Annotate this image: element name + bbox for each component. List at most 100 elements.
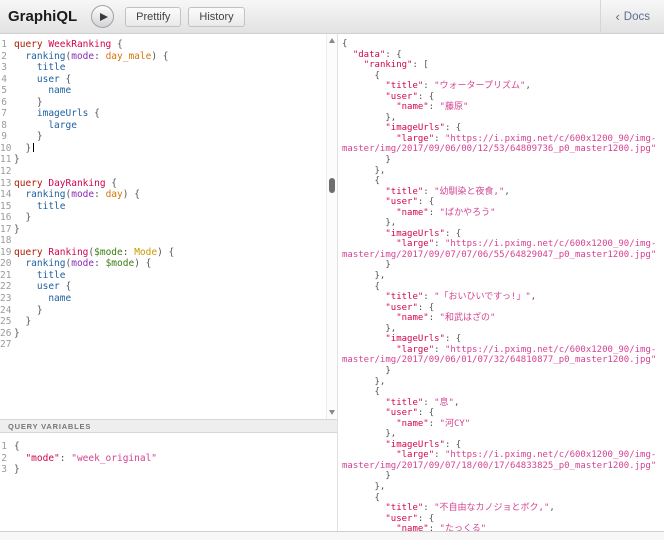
code-token: "title"	[385, 186, 424, 197]
code-token: Ranking	[48, 246, 89, 258]
query-variables-header[interactable]: QUERY VARIABLES	[0, 419, 337, 433]
code-line: },	[342, 218, 664, 229]
code-token: }	[385, 365, 391, 376]
query-variables-title: QUERY VARIABLES	[8, 421, 92, 431]
code-token: "user"	[385, 302, 418, 313]
code-line: 14 ranking(mode: day) {	[0, 189, 326, 201]
code-line: 22 user {	[0, 281, 326, 293]
code-token: : {	[417, 302, 435, 313]
code-line: },	[342, 377, 664, 388]
scroll-up-arrow-icon[interactable]	[329, 38, 335, 43]
code-line: {	[342, 493, 664, 504]
code-token: :	[94, 189, 106, 201]
prettify-button[interactable]: Prettify	[125, 6, 182, 27]
code-line: "title": "「おいひいですっ!」",	[342, 292, 664, 303]
code-token: ,	[530, 292, 537, 303]
line-number: 18	[0, 235, 12, 247]
code-token: $mode	[105, 258, 135, 270]
code-token: "user"	[385, 197, 418, 208]
docs-button[interactable]: ‹ Docs	[600, 0, 664, 34]
code-token: {	[374, 70, 380, 81]
code-token: },	[374, 165, 386, 176]
code-token: query	[14, 246, 43, 258]
execute-button[interactable]	[91, 5, 115, 28]
line-number: 3	[1, 464, 7, 476]
line-number: 1	[1, 39, 7, 50]
code-token: day	[105, 189, 123, 201]
code-token: },	[385, 323, 397, 334]
code-line: "user": {	[342, 408, 664, 419]
line-number: 27	[0, 339, 12, 351]
code-token: :	[434, 133, 445, 144]
code-token: "和武はざの"	[439, 313, 496, 324]
line-number: 21	[0, 269, 12, 281]
code-token: }	[14, 154, 20, 166]
line-number: 2	[1, 452, 7, 464]
code-token: master/img/2017/09/06/01/07/32/64810877_…	[342, 355, 657, 366]
scrollbar-thumb[interactable]	[329, 178, 335, 193]
variables-editor[interactable]: 1{2 "mode": "week_original" 3}	[0, 433, 326, 531]
code-line: 10 }	[0, 142, 326, 155]
code-line: "name": "藤原"	[342, 102, 664, 113]
code-line: "name": "河CY"	[342, 419, 664, 430]
code-token: : {	[417, 408, 435, 419]
code-token: "imageUrls"	[385, 228, 445, 239]
code-token: "name"	[396, 313, 429, 324]
code-token: {	[105, 177, 117, 189]
code-line: 17}	[0, 224, 326, 236]
code-token: {	[374, 492, 380, 503]
code-token: }	[385, 471, 391, 482]
code-line: },	[342, 166, 664, 177]
code-token: : {	[444, 123, 462, 134]
code-line: 21 title	[0, 270, 326, 282]
query-editor-scrollbar[interactable]	[326, 34, 337, 419]
code-token: {	[374, 387, 380, 398]
graphiql-app: GraphiQL Prettify History ‹ Docs 1 query …	[0, 0, 664, 540]
code-token: :	[434, 450, 445, 461]
code-line: 3}	[0, 464, 326, 476]
code-line: 16 }	[0, 212, 326, 224]
scroll-down-arrow-icon[interactable]	[329, 410, 335, 415]
query-editor[interactable]: 1 query WeekRanking {2 ranking(mode: day_…	[0, 34, 326, 419]
code-token: "幼馴染と夜食,"	[434, 186, 505, 197]
line-number: 17	[0, 223, 12, 235]
code-line: {	[342, 39, 664, 50]
code-line: master/img/2017/09/07/07/06/55/64829047_…	[342, 250, 664, 261]
code-token: : {	[385, 49, 402, 60]
bottom-scrollbar[interactable]	[0, 531, 664, 540]
line-number: 3	[1, 62, 7, 74]
history-button[interactable]: History	[188, 6, 245, 27]
code-line: 7 imageUrls {	[0, 108, 326, 120]
code-token: ,	[453, 397, 460, 408]
code-token: "title"	[385, 503, 424, 514]
code-token: :	[423, 81, 435, 92]
code-token: ,	[504, 186, 510, 197]
code-line: "user": {	[342, 197, 664, 208]
code-token: :	[428, 102, 440, 113]
line-number: 13	[0, 177, 12, 189]
code-token: :	[423, 397, 435, 408]
code-token: "large"	[396, 239, 435, 250]
code-token: : {	[417, 197, 435, 208]
code-token: master/img/2017/09/07/07/06/55/64829047_…	[342, 249, 657, 260]
code-line: 6 }	[0, 97, 326, 109]
code-line: 15 title	[0, 201, 326, 213]
code-token: }	[14, 327, 20, 339]
code-line: "data": {	[342, 50, 664, 61]
